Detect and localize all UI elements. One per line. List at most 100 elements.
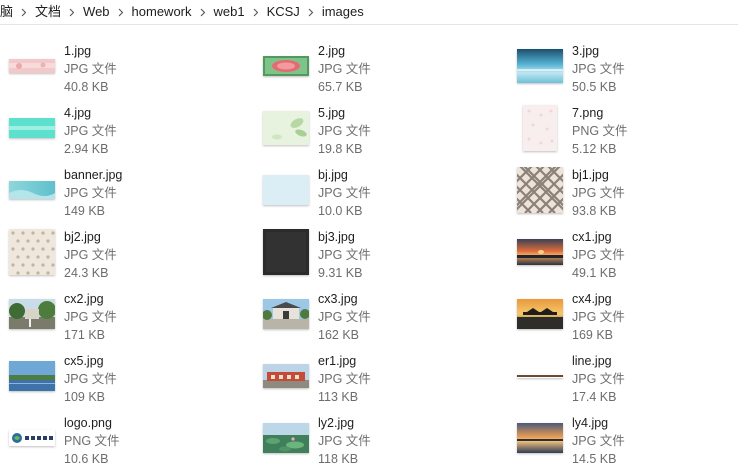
breadcrumb-item[interactable]: homework <box>128 1 196 23</box>
file-thumbnail <box>6 102 58 154</box>
file-size: 5.12 KB <box>572 142 617 156</box>
file-type: JPG 文件 <box>572 62 625 76</box>
file-size: 109 KB <box>64 390 106 404</box>
file-type: PNG 文件 <box>64 434 120 448</box>
breadcrumb-item[interactable]: 文档 <box>31 1 65 23</box>
file-size: 17.4 KB <box>572 390 617 404</box>
file-details: 1.jpg JPG 文件 40.8 KB <box>64 42 254 96</box>
file-item[interactable]: banner.jpg JPG 文件 149 KB <box>6 164 256 222</box>
chevron-right-icon[interactable] <box>65 1 79 23</box>
file-item[interactable]: cx2.jpg JPG 文件 171 KB <box>6 288 256 346</box>
file-list-view[interactable]: 1.jpg JPG 文件 40.8 KB 2.jpg JPG 文件 65.7 KB 3.jp… <box>0 36 738 466</box>
file-item[interactable]: cx3.jpg JPG 文件 162 KB <box>260 288 510 346</box>
file-details: banner.jpg JPG 文件 149 KB <box>64 166 254 220</box>
chevron-right-icon[interactable] <box>249 1 263 23</box>
file-type: JPG 文件 <box>572 434 625 448</box>
file-type: JPG 文件 <box>318 310 371 324</box>
file-item[interactable]: bj3.jpg JPG 文件 9.31 KB <box>260 226 510 284</box>
file-item[interactable]: cx1.jpg JPG 文件 49.1 KB <box>514 226 738 284</box>
file-details: bj.jpg JPG 文件 10.0 KB <box>318 166 508 220</box>
file-item[interactable]: 7.png PNG 文件 5.12 KB <box>514 102 738 160</box>
breadcrumb-item[interactable]: Web <box>79 1 114 23</box>
file-details: ly4.jpg JPG 文件 14.5 KB <box>572 414 738 466</box>
file-item[interactable]: 2.jpg JPG 文件 65.7 KB <box>260 40 510 98</box>
file-type: JPG 文件 <box>318 124 371 138</box>
file-size: 171 KB <box>64 328 106 342</box>
file-thumbnail <box>514 102 566 154</box>
file-thumbnail <box>6 288 58 340</box>
file-thumbnail <box>260 40 312 92</box>
file-size: 50.5 KB <box>572 80 617 94</box>
file-item[interactable]: 3.jpg JPG 文件 50.5 KB <box>514 40 738 98</box>
file-name: line.jpg <box>572 354 612 368</box>
file-name: ly4.jpg <box>572 416 609 430</box>
file-item[interactable]: bj.jpg JPG 文件 10.0 KB <box>260 164 510 222</box>
file-details: logo.png PNG 文件 10.6 KB <box>64 414 254 466</box>
file-item[interactable]: bj2.jpg JPG 文件 24.3 KB <box>6 226 256 284</box>
file-thumbnail <box>260 164 312 216</box>
file-details: cx1.jpg JPG 文件 49.1 KB <box>572 228 738 282</box>
breadcrumb-item[interactable]: web1 <box>210 1 249 23</box>
file-size: 40.8 KB <box>64 80 109 94</box>
breadcrumb-item[interactable]: 脑 <box>0 1 17 23</box>
chevron-right-icon[interactable] <box>114 1 128 23</box>
file-details: cx5.jpg JPG 文件 109 KB <box>64 352 254 406</box>
file-size: 113 KB <box>318 390 359 404</box>
file-thumbnail <box>514 350 566 402</box>
file-details: cx3.jpg JPG 文件 162 KB <box>318 290 508 344</box>
file-size: 10.0 KB <box>318 204 363 218</box>
file-size: 169 KB <box>572 328 614 342</box>
file-size: 118 KB <box>318 452 359 466</box>
file-type: JPG 文件 <box>64 186 117 200</box>
file-type: JPG 文件 <box>318 372 371 386</box>
file-item[interactable]: 5.jpg JPG 文件 19.8 KB <box>260 102 510 160</box>
file-name: logo.png <box>64 416 112 430</box>
file-name: cx1.jpg <box>572 230 612 244</box>
file-details: bj3.jpg JPG 文件 9.31 KB <box>318 228 508 282</box>
breadcrumb-item[interactable]: KCSJ <box>263 1 304 23</box>
file-item[interactable]: 1.jpg JPG 文件 40.8 KB <box>6 40 256 98</box>
file-details: er1.jpg JPG 文件 113 KB <box>318 352 508 406</box>
file-item[interactable]: ly4.jpg JPG 文件 14.5 KB <box>514 412 738 466</box>
file-name: cx5.jpg <box>64 354 104 368</box>
file-details: 5.jpg JPG 文件 19.8 KB <box>318 104 508 158</box>
file-size: 93.8 KB <box>572 204 617 218</box>
file-item[interactable]: 4.jpg JPG 文件 2.94 KB <box>6 102 256 160</box>
file-name: er1.jpg <box>318 354 357 368</box>
file-item[interactable]: line.jpg JPG 文件 17.4 KB <box>514 350 738 408</box>
file-name: 7.png <box>572 106 604 120</box>
file-details: 4.jpg JPG 文件 2.94 KB <box>64 104 254 158</box>
file-thumbnail <box>260 288 312 340</box>
file-thumbnail <box>6 40 58 92</box>
file-type: PNG 文件 <box>572 124 628 138</box>
file-name: bj.jpg <box>318 168 348 182</box>
file-thumbnail <box>514 40 566 92</box>
file-details: 2.jpg JPG 文件 65.7 KB <box>318 42 508 96</box>
chevron-right-icon[interactable] <box>17 1 31 23</box>
file-item[interactable]: ly2.jpg JPG 文件 118 KB <box>260 412 510 466</box>
file-type: JPG 文件 <box>572 310 625 324</box>
file-thumbnail <box>260 226 312 278</box>
file-item[interactable]: bj1.jpg JPG 文件 93.8 KB <box>514 164 738 222</box>
file-size: 49.1 KB <box>572 266 617 280</box>
chevron-right-icon[interactable] <box>196 1 210 23</box>
file-size: 65.7 KB <box>318 80 363 94</box>
chevron-right-icon[interactable] <box>304 1 318 23</box>
file-thumbnail <box>260 350 312 402</box>
file-name: ly2.jpg <box>318 416 355 430</box>
file-name: cx2.jpg <box>64 292 104 306</box>
file-type: JPG 文件 <box>318 62 371 76</box>
file-size: 14.5 KB <box>572 452 617 466</box>
breadcrumb-item[interactable]: images <box>318 1 368 23</box>
file-item[interactable]: logo.png PNG 文件 10.6 KB <box>6 412 256 466</box>
file-name: 2.jpg <box>318 44 346 58</box>
file-name: bj1.jpg <box>572 168 609 182</box>
file-size: 10.6 KB <box>64 452 109 466</box>
file-type: JPG 文件 <box>318 186 371 200</box>
file-size: 9.31 KB <box>318 266 363 280</box>
file-item[interactable]: cx4.jpg JPG 文件 169 KB <box>514 288 738 346</box>
file-thumbnail <box>514 288 566 340</box>
file-item[interactable]: er1.jpg JPG 文件 113 KB <box>260 350 510 408</box>
file-thumbnail <box>514 412 566 464</box>
file-item[interactable]: cx5.jpg JPG 文件 109 KB <box>6 350 256 408</box>
